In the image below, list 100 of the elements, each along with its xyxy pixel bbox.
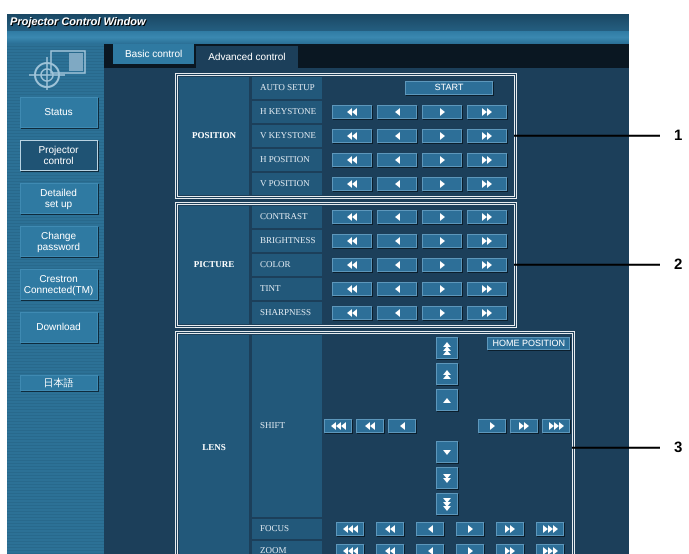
nav-button[interactable]: Download bbox=[20, 312, 98, 343]
left-arrow-icon bbox=[394, 261, 400, 269]
right-arrow-icon bbox=[542, 547, 558, 554]
arrow-button[interactable] bbox=[478, 419, 506, 433]
arrow-button[interactable] bbox=[467, 258, 507, 272]
right-arrow-icon bbox=[505, 525, 515, 533]
arrow-button[interactable] bbox=[376, 544, 404, 554]
arrow-button[interactable] bbox=[422, 258, 462, 272]
arrow-button[interactable] bbox=[377, 153, 417, 167]
arrow-button[interactable] bbox=[324, 419, 352, 433]
right-arrow-icon bbox=[440, 180, 444, 188]
arrow-button[interactable] bbox=[388, 419, 416, 433]
left-arrow-icon bbox=[347, 285, 357, 293]
arrow-button[interactable] bbox=[456, 522, 484, 536]
arrow-button[interactable] bbox=[510, 419, 538, 433]
right-arrow-icon bbox=[440, 285, 444, 293]
arrow-button[interactable] bbox=[422, 234, 462, 248]
nav-button[interactable]: Status bbox=[20, 97, 98, 128]
arrow-button[interactable] bbox=[416, 522, 444, 536]
arrow-button[interactable] bbox=[336, 522, 364, 536]
arrow-button[interactable] bbox=[536, 544, 564, 554]
arrow-button[interactable] bbox=[422, 105, 462, 119]
left-arrow-icon bbox=[347, 156, 357, 164]
home-position-button[interactable]: HOME POSITION bbox=[487, 337, 570, 350]
arrow-button[interactable] bbox=[467, 105, 507, 119]
arrow-button[interactable] bbox=[332, 258, 372, 272]
arrow-button[interactable] bbox=[332, 210, 372, 224]
arrow-button[interactable] bbox=[436, 389, 458, 411]
nav-button[interactable]: Detailed set up bbox=[20, 183, 98, 214]
group-label: POSITION bbox=[179, 77, 249, 195]
arrow-button[interactable] bbox=[467, 177, 507, 191]
arrow-button[interactable] bbox=[332, 177, 372, 191]
arrow-button[interactable] bbox=[422, 210, 462, 224]
arrow-button[interactable] bbox=[436, 337, 458, 359]
row-label: H KEYSTONE bbox=[252, 101, 322, 123]
arrow-button[interactable] bbox=[377, 129, 417, 143]
left-arrow-icon bbox=[394, 237, 400, 245]
arrow-button[interactable] bbox=[467, 153, 507, 167]
row-label: AUTO SETUP bbox=[252, 77, 322, 99]
nav-button[interactable]: Projector control bbox=[20, 140, 98, 171]
right-arrow-icon bbox=[482, 108, 492, 116]
down-arrow-icon bbox=[443, 498, 451, 510]
callout-number: 2 bbox=[674, 254, 682, 275]
up-arrow-icon bbox=[443, 342, 451, 354]
right-arrow-icon bbox=[505, 547, 515, 554]
arrow-button[interactable] bbox=[377, 282, 417, 296]
arrow-button[interactable] bbox=[467, 234, 507, 248]
nav-button[interactable]: Change password bbox=[20, 226, 98, 257]
arrow-button[interactable] bbox=[332, 234, 372, 248]
arrow-button[interactable] bbox=[467, 210, 507, 224]
language-button[interactable]: 日本語 bbox=[20, 375, 98, 391]
start-button[interactable]: START bbox=[405, 81, 493, 95]
arrow-button[interactable] bbox=[332, 153, 372, 167]
arrow-button[interactable] bbox=[377, 258, 417, 272]
row-label: COLOR bbox=[252, 254, 322, 276]
arrow-button[interactable] bbox=[377, 177, 417, 191]
right-arrow-icon bbox=[482, 285, 492, 293]
left-arrow-icon bbox=[347, 261, 357, 269]
arrow-button[interactable] bbox=[422, 177, 462, 191]
arrow-button[interactable] bbox=[332, 105, 372, 119]
arrow-button[interactable] bbox=[436, 363, 458, 385]
arrow-button[interactable] bbox=[336, 544, 364, 554]
arrow-button[interactable] bbox=[496, 522, 524, 536]
right-arrow-icon bbox=[440, 237, 444, 245]
arrow-button[interactable] bbox=[422, 129, 462, 143]
arrow-button[interactable] bbox=[377, 210, 417, 224]
arrow-button[interactable] bbox=[376, 522, 404, 536]
arrow-button[interactable] bbox=[436, 493, 458, 515]
right-arrow-icon bbox=[440, 261, 444, 269]
row-label: SHARPNESS bbox=[252, 302, 322, 324]
arrow-button[interactable] bbox=[467, 129, 507, 143]
arrow-button[interactable] bbox=[496, 544, 524, 554]
arrow-button[interactable] bbox=[416, 544, 444, 554]
right-arrow-icon bbox=[440, 132, 444, 140]
tab[interactable]: Advanced control bbox=[196, 46, 298, 68]
arrow-button[interactable] bbox=[332, 129, 372, 143]
arrow-button[interactable] bbox=[436, 441, 458, 463]
arrow-button[interactable] bbox=[422, 153, 462, 167]
nav-button[interactable]: Crestron Connected(TM) bbox=[20, 269, 98, 300]
arrow-button[interactable] bbox=[467, 306, 507, 320]
tab[interactable]: Basic control bbox=[113, 44, 194, 64]
arrow-button[interactable] bbox=[422, 306, 462, 320]
arrow-button[interactable] bbox=[467, 282, 507, 296]
right-arrow-icon bbox=[482, 261, 492, 269]
arrow-button[interactable] bbox=[377, 105, 417, 119]
arrow-button[interactable] bbox=[422, 282, 462, 296]
arrow-button[interactable] bbox=[377, 306, 417, 320]
right-arrow-icon bbox=[548, 422, 564, 430]
right-arrow-icon bbox=[482, 237, 492, 245]
arrow-button[interactable] bbox=[542, 419, 570, 433]
down-arrow-icon bbox=[443, 450, 451, 454]
arrow-button[interactable] bbox=[436, 467, 458, 489]
arrow-button[interactable] bbox=[377, 234, 417, 248]
right-arrow-icon bbox=[482, 180, 492, 188]
arrow-button[interactable] bbox=[536, 522, 564, 536]
arrow-button[interactable] bbox=[356, 419, 384, 433]
arrow-button[interactable] bbox=[456, 544, 484, 554]
arrow-button[interactable] bbox=[332, 282, 372, 296]
right-arrow-icon bbox=[440, 213, 444, 221]
arrow-button[interactable] bbox=[332, 306, 372, 320]
